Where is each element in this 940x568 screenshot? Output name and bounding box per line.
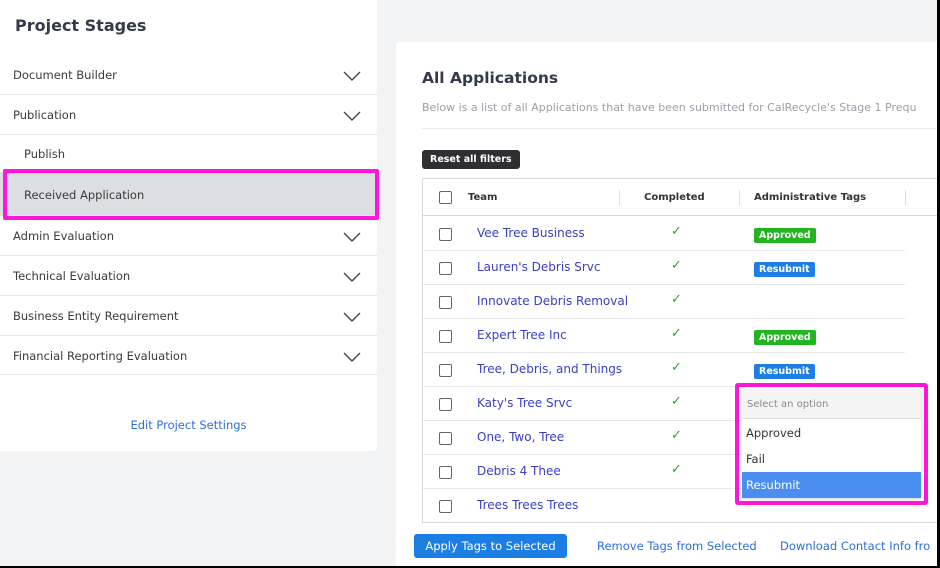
team-name-link[interactable]: Debris 4 Thee: [477, 464, 561, 478]
column-separator: [905, 190, 906, 205]
team-name-link[interactable]: Expert Tree Inc: [477, 328, 567, 342]
team-name-link[interactable]: Lauren's Debris Srvc: [477, 260, 601, 274]
row-checkbox[interactable]: [439, 364, 452, 377]
row-checkbox[interactable]: [439, 296, 452, 309]
row-checkbox[interactable]: [439, 398, 452, 411]
team-name-link[interactable]: One, Two, Tree: [477, 430, 564, 444]
column-separator: [619, 190, 620, 205]
column-header-completed[interactable]: Completed: [644, 179, 705, 216]
table-row[interactable]: Innovate Debris Removal ✓: [423, 285, 905, 319]
sidebar-item-label: Business Entity Requirement: [13, 309, 179, 323]
column-header-team[interactable]: Team: [468, 179, 497, 216]
edit-project-settings-link[interactable]: Edit Project Settings: [0, 418, 377, 432]
sidebar-item-label: Publication: [13, 108, 77, 122]
sidebar-item-publish[interactable]: Publish: [0, 135, 377, 173]
chevron-down-icon[interactable]: [343, 71, 361, 81]
status-badge: Resubmit: [754, 262, 815, 277]
team-name-link[interactable]: Tree, Debris, and Things: [477, 362, 622, 376]
team-name-link[interactable]: Katy's Tree Srvc: [477, 396, 572, 410]
dropdown-highlight: [735, 383, 928, 505]
table-row[interactable]: Tree, Debris, and Things ✓ Resubmit: [423, 353, 905, 387]
sidebar-item-label: Financial Reporting Evaluation: [13, 349, 188, 363]
reset-filters-button[interactable]: Reset all filters: [422, 150, 520, 169]
project-stages-sidebar: Project Stages Document Builder Publicati…: [0, 0, 377, 451]
sidebar-item-business-entity-requirement[interactable]: Business Entity Requirement: [0, 296, 377, 336]
check-icon: ✓: [671, 292, 682, 307]
team-name-link[interactable]: Innovate Debris Removal: [477, 294, 628, 308]
sidebar-item-technical-evaluation[interactable]: Technical Evaluation: [0, 256, 377, 296]
sidebar-item-admin-evaluation[interactable]: Admin Evaluation: [0, 216, 377, 256]
sidebar-item-financial-reporting-evaluation[interactable]: Financial Reporting Evaluation: [0, 336, 377, 375]
chevron-down-icon[interactable]: [343, 272, 361, 282]
sidebar-item-publication[interactable]: Publication: [0, 95, 377, 135]
table-header: Team Completed Administrative Tags: [423, 179, 937, 216]
sidebar-item-document-builder[interactable]: Document Builder: [0, 55, 377, 95]
page-title: All Applications: [422, 69, 559, 87]
check-icon: ✓: [671, 224, 682, 239]
sidebar-item-label: Admin Evaluation: [13, 229, 114, 243]
chevron-down-icon[interactable]: [343, 232, 361, 242]
row-checkbox[interactable]: [439, 500, 452, 513]
chevron-down-icon[interactable]: [343, 111, 361, 121]
row-checkbox[interactable]: [439, 228, 452, 241]
sidebar-item-label: Technical Evaluation: [13, 269, 131, 283]
row-checkbox[interactable]: [439, 330, 452, 343]
table-row[interactable]: Vee Tree Business ✓ Approved: [423, 217, 905, 251]
column-separator: [739, 190, 740, 205]
sidebar-item-label: Document Builder: [13, 68, 117, 82]
chevron-down-icon[interactable]: [343, 312, 361, 322]
apply-tags-button[interactable]: Apply Tags to Selected: [414, 534, 567, 558]
select-all-checkbox[interactable]: [439, 191, 452, 204]
app-frame: Project Stages Document Builder Publicati…: [0, 0, 937, 566]
team-name-link[interactable]: Vee Tree Business: [477, 226, 585, 240]
divider: [422, 128, 937, 129]
row-checkbox[interactable]: [439, 262, 452, 275]
page-description: Below is a list of all Applications that…: [422, 101, 917, 114]
sidebar-item-label: Publish: [24, 147, 65, 161]
check-icon: ✓: [671, 428, 682, 443]
check-icon: ✓: [671, 462, 682, 477]
row-checkbox[interactable]: [439, 466, 452, 479]
row-checkbox[interactable]: [439, 432, 452, 445]
sidebar-title: Project Stages: [15, 16, 147, 35]
table-row[interactable]: Lauren's Debris Srvc ✓ Resubmit: [423, 251, 905, 285]
table-row[interactable]: Expert Tree Inc ✓ Approved: [423, 319, 905, 353]
received-application-highlight: [3, 169, 379, 220]
column-header-administrative-tags[interactable]: Administrative Tags: [754, 179, 866, 216]
download-contact-info-link[interactable]: Download Contact Info fro: [780, 539, 930, 553]
check-icon: ✓: [671, 394, 682, 409]
team-name-link[interactable]: Trees Trees Trees: [477, 498, 578, 512]
status-badge: Resubmit: [754, 364, 815, 379]
status-badge: Approved: [754, 228, 816, 243]
status-badge: Approved: [754, 330, 816, 345]
check-icon: ✓: [671, 326, 682, 341]
chevron-down-icon[interactable]: [343, 352, 361, 362]
remove-tags-link[interactable]: Remove Tags from Selected: [597, 539, 757, 553]
check-icon: ✓: [671, 360, 682, 375]
check-icon: ✓: [671, 258, 682, 273]
